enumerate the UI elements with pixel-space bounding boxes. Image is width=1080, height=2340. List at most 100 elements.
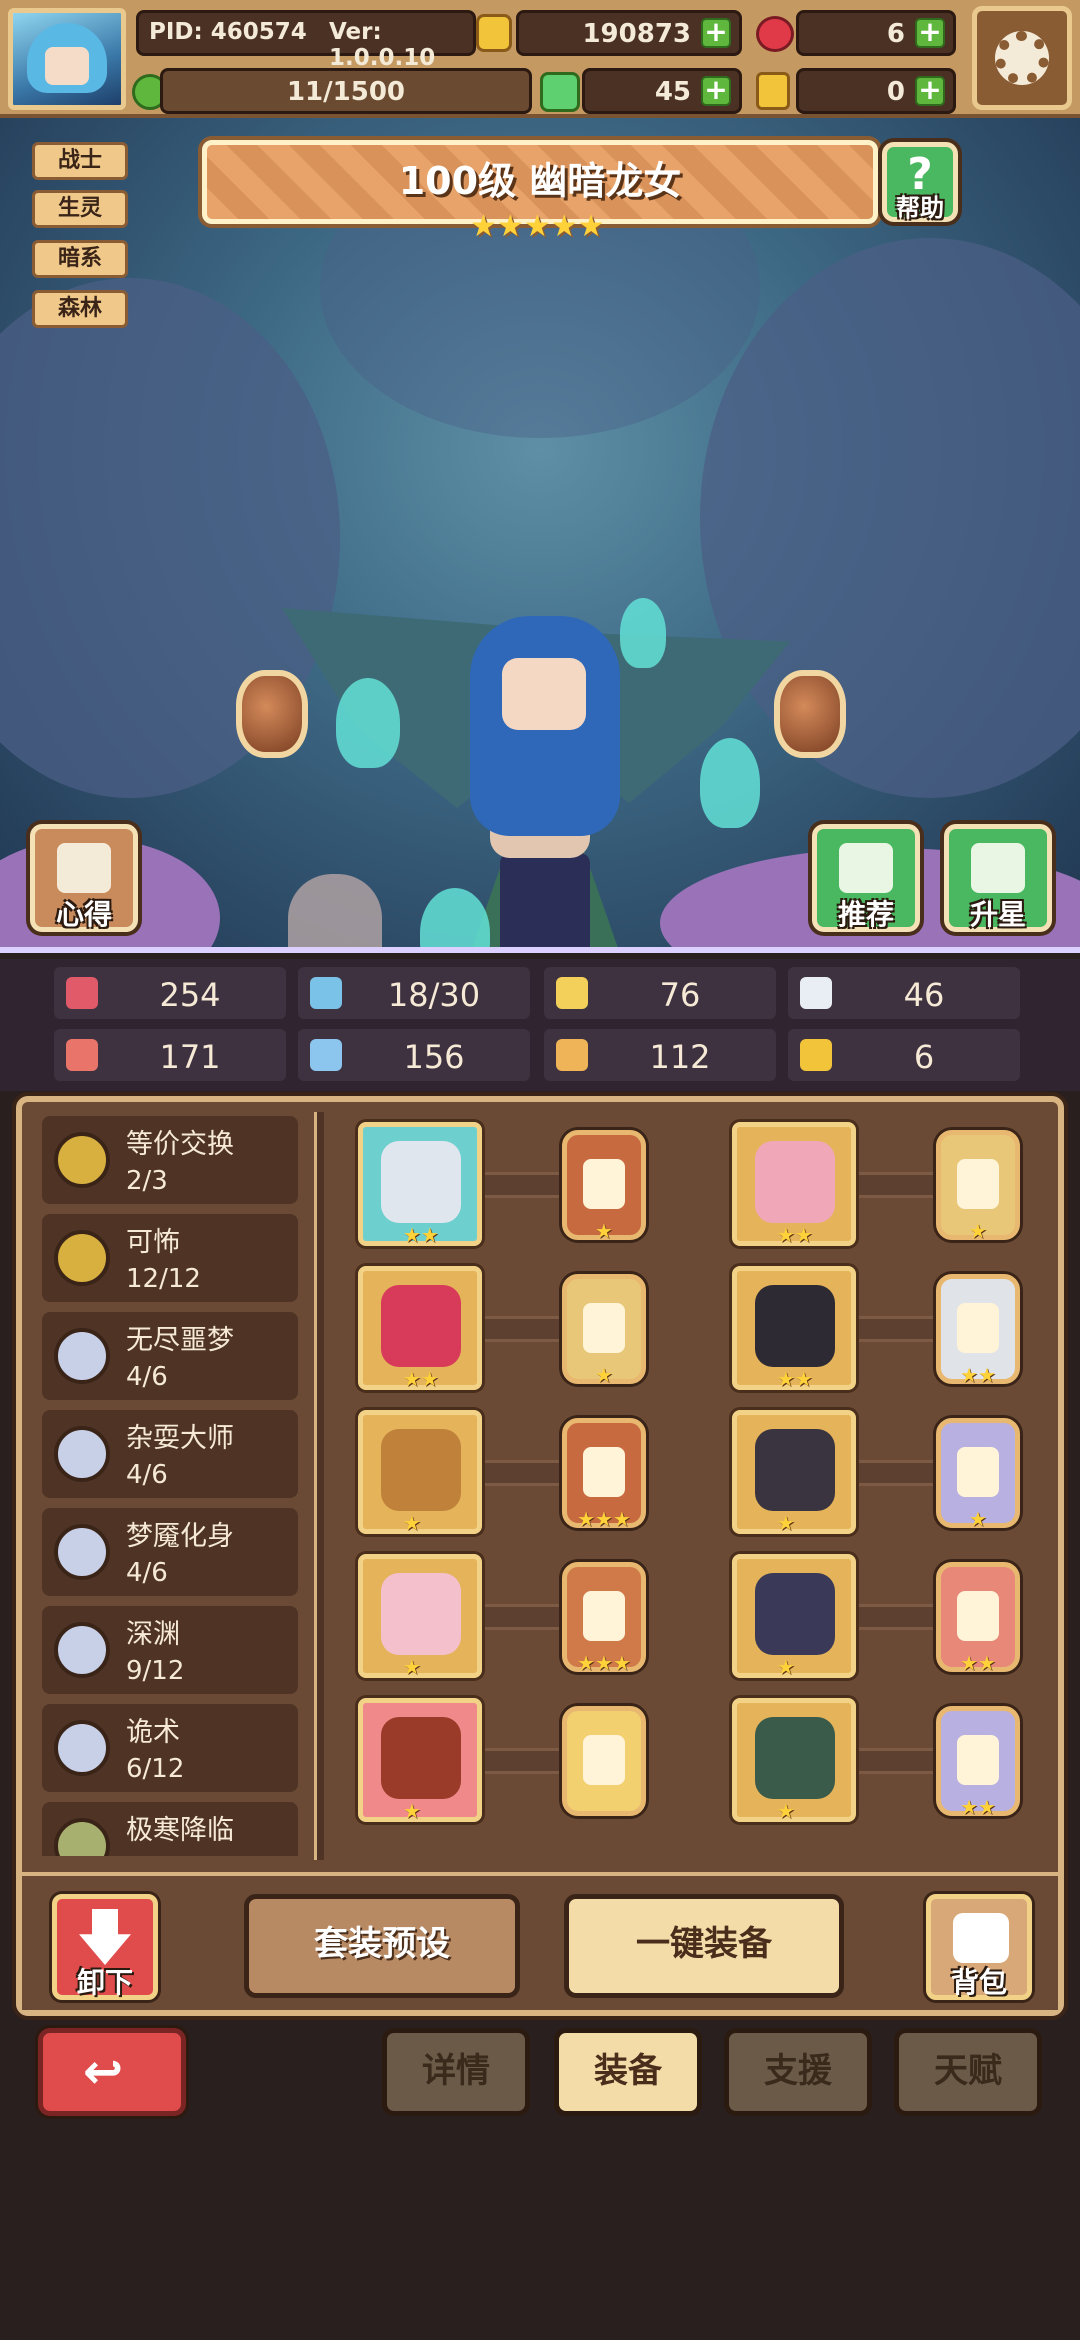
rune-slot[interactable]: ★	[562, 1274, 646, 1387]
stat-defense: 76	[544, 967, 776, 1019]
recommend-button[interactable]: 推荐	[812, 824, 920, 932]
stat-luck: 6	[788, 1029, 1020, 1081]
set-item[interactable]: 等价交换 2/3	[42, 1116, 298, 1204]
item-stars: ★★	[777, 1367, 813, 1391]
preset-button[interactable]: 套装预设	[244, 1894, 520, 1998]
set-item[interactable]: 可怖 12/12	[42, 1214, 298, 1302]
back-button[interactable]: ↩	[38, 2028, 186, 2116]
set-item[interactable]: 深渊 9/12	[42, 1606, 298, 1694]
set-item[interactable]: 极寒降临	[42, 1802, 298, 1856]
equipment-slot[interactable]: ★	[732, 1410, 856, 1535]
settings-gear-button[interactable]	[972, 6, 1072, 110]
notes-label: 心得	[55, 898, 112, 931]
equipment-slot[interactable]: ★	[358, 1554, 482, 1679]
set-item[interactable]: 杂耍大师 4/6	[42, 1410, 298, 1498]
stat-magic: 156	[298, 1029, 530, 1081]
tree-background	[700, 238, 1080, 798]
equipment-slot[interactable]: ★	[358, 1698, 482, 1823]
rune-slot[interactable]: ★	[562, 1130, 646, 1243]
rune-slot[interactable]: ★	[936, 1130, 1020, 1243]
left-gem-icon[interactable]	[236, 670, 308, 758]
rune-slot[interactable]: ★★	[936, 1274, 1020, 1387]
backpack-button[interactable]: 背包	[926, 1894, 1032, 2000]
rune-slot[interactable]: ★★★	[562, 1562, 646, 1675]
rune-stars: ★★★	[577, 1507, 631, 1531]
equipment-slot[interactable]: ★★	[358, 1122, 482, 1247]
rune-slot[interactable]: ★★	[936, 1706, 1020, 1819]
unequip-button[interactable]: 卸下	[52, 1894, 158, 2000]
item-stars: ★	[777, 1799, 795, 1823]
spirit-flame	[420, 888, 490, 947]
equipment-panel: 等价交换 2/3 可怖 12/12 无尽噩梦 4/6 杂耍大师 4/6 梦魇化身 4/6 …	[16, 1096, 1064, 2016]
thumbs-up-icon	[839, 843, 893, 893]
key-bar[interactable]: 0 +	[796, 68, 956, 114]
add-key-button[interactable]: +	[915, 76, 945, 106]
star-up-label: 升星	[969, 898, 1026, 931]
stat-resist: 112	[544, 1029, 776, 1081]
set-coin-icon	[54, 1720, 110, 1776]
slot-connector	[482, 1604, 562, 1630]
right-gem-icon[interactable]	[774, 670, 846, 758]
tombstone	[288, 874, 382, 947]
necklace-icon	[381, 1429, 461, 1511]
tab-support[interactable]: 支援	[724, 2028, 872, 2116]
helmet-icon	[755, 1429, 835, 1511]
star-icon: ★	[470, 209, 497, 244]
auto-equip-button[interactable]: 一键装备	[564, 1894, 844, 1998]
equipment-slot[interactable]: ★	[732, 1554, 856, 1679]
hero-scene: 战士 生灵 暗系 森林 100级 幽暗龙女 ★★★★★ ? 帮助 心得 推荐 升…	[0, 118, 1080, 953]
equipment-slot[interactable]: ★★	[732, 1266, 856, 1391]
equipment-slot[interactable]: ★	[732, 1698, 856, 1823]
sword-icon	[381, 1141, 461, 1223]
stat-mana: 18/30	[298, 967, 530, 1019]
item-stars: ★★	[403, 1367, 439, 1391]
item-stars: ★	[777, 1511, 795, 1535]
hero-star-rating: ★★★★★	[470, 212, 610, 246]
notes-button[interactable]: 心得	[30, 824, 138, 932]
rune-slot[interactable]	[562, 1706, 646, 1816]
backpack-icon	[953, 1913, 1009, 1963]
add-red-gem-button[interactable]: +	[915, 18, 945, 48]
red-gem-bar[interactable]: 6 +	[796, 10, 956, 56]
star-up-button[interactable]: 升星	[944, 824, 1052, 932]
rune-stars: ★★	[960, 1363, 996, 1387]
set-item[interactable]: 梦魇化身 4/6	[42, 1508, 298, 1596]
set-item[interactable]: 无尽噩梦 4/6	[42, 1312, 298, 1400]
item-stars: ★	[403, 1511, 421, 1535]
add-gold-button[interactable]: +	[701, 18, 731, 48]
slot-connector	[482, 1172, 562, 1198]
player-avatar[interactable]	[8, 8, 126, 110]
heart-wings-icon	[381, 1573, 461, 1655]
exp-value: 11/1500	[286, 77, 406, 107]
add-clover-button[interactable]: +	[701, 76, 731, 106]
rune-icon	[583, 1159, 625, 1209]
equipment-slot[interactable]: ★★	[732, 1122, 856, 1247]
set-coin-icon	[54, 1328, 110, 1384]
hero-tag-terrain: 森林	[32, 290, 128, 328]
hero-name: 100级 幽暗龙女	[398, 159, 682, 203]
equipment-slot[interactable]: ★★	[358, 1266, 482, 1391]
rune-slot[interactable]: ★★	[936, 1562, 1020, 1675]
equipment-slot[interactable]: ★	[358, 1410, 482, 1535]
set-item[interactable]: 诡术 6/12	[42, 1704, 298, 1792]
rune-icon	[957, 1159, 999, 1209]
gold-coin-icon	[476, 14, 512, 52]
set-bonus-list[interactable]: 等价交换 2/3 可怖 12/12 无尽噩梦 4/6 杂耍大师 4/6 梦魇化身 4/6 …	[42, 1116, 314, 1856]
help-button[interactable]: ? 帮助	[882, 142, 958, 222]
set-coin-icon	[54, 1524, 110, 1580]
clover-value: 45	[654, 77, 691, 107]
clover-bar[interactable]: 45 +	[582, 68, 742, 114]
set-coin-icon	[54, 1426, 110, 1482]
spirit-flame	[620, 598, 666, 668]
rune-slot[interactable]: ★	[936, 1418, 1020, 1531]
rune-stars: ★	[969, 1507, 987, 1531]
backpack-label: 背包	[950, 1966, 1007, 1999]
tab-equipment[interactable]: 装备	[554, 2028, 702, 2116]
tab-talent[interactable]: 天赋	[894, 2028, 1042, 2116]
rune-slot[interactable]: ★★★	[562, 1418, 646, 1531]
fox-head-icon	[755, 1141, 835, 1223]
gold-bar[interactable]: 190873 +	[516, 10, 742, 56]
rune-icon	[583, 1735, 625, 1785]
hero-stats-panel: 254 18/30 76 46 171 156 112 6	[0, 959, 1080, 1091]
tab-details[interactable]: 详情	[382, 2028, 530, 2116]
